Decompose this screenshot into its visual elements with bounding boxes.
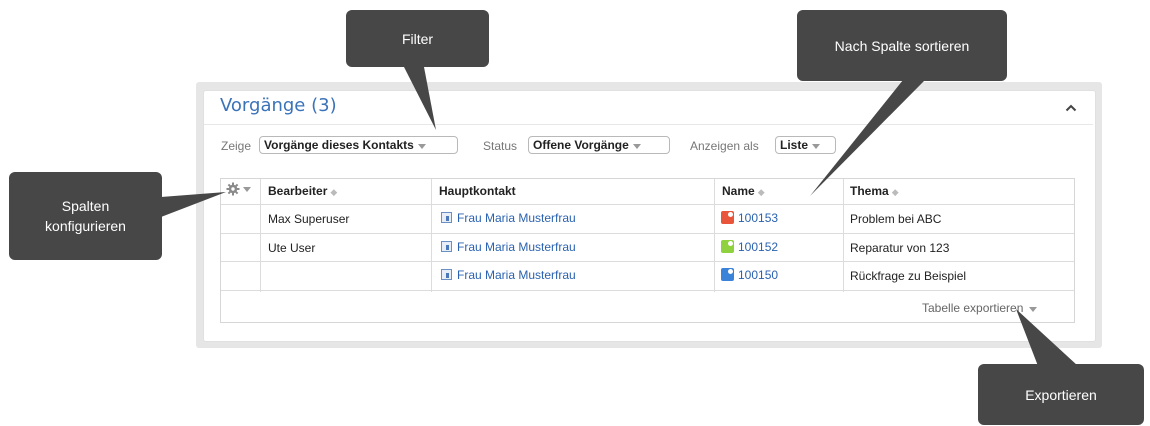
contact-link-label: Frau Maria Musterfrau xyxy=(457,211,576,225)
case-link-label: 100153 xyxy=(738,211,779,225)
column-header-label: Name xyxy=(722,184,755,198)
status-label: Status xyxy=(483,139,518,153)
chevron-down-icon xyxy=(812,143,821,149)
sort-icon: ◆ xyxy=(891,187,899,197)
table-row-thema: Reparatur von 123 xyxy=(850,241,950,255)
chevron-down-icon xyxy=(243,186,251,192)
callout-export: Exportieren xyxy=(978,364,1144,425)
title-divider xyxy=(204,124,1093,125)
contact-link[interactable]: Frau Maria Musterfrau xyxy=(441,211,576,225)
row-divider xyxy=(221,290,1074,291)
column-header-hauptkontakt[interactable]: Hauptkontakt xyxy=(439,184,516,198)
chevron-down-icon xyxy=(632,143,641,149)
table-row-bearbeiter: Max Superuser xyxy=(268,212,350,226)
chevron-down-icon xyxy=(417,143,426,149)
case-link[interactable]: 100150 xyxy=(721,268,778,282)
show-label: Zeige xyxy=(221,139,252,153)
case-status-icon xyxy=(721,211,734,224)
column-header-name[interactable]: Name ◆ xyxy=(722,184,765,198)
case-link[interactable]: 100152 xyxy=(721,240,778,254)
column-divider xyxy=(260,179,261,292)
table-row-thema: Rückfrage zu Beispiel xyxy=(850,269,967,283)
case-status-icon xyxy=(721,240,734,253)
sort-icon: ◆ xyxy=(757,187,765,197)
contact-icon xyxy=(441,212,452,223)
status-select[interactable]: Offene Vorgänge xyxy=(528,136,670,154)
contact-link-label: Frau Maria Musterfrau xyxy=(457,268,576,282)
sort-icon: ◆ xyxy=(330,187,338,197)
case-link-label: 100152 xyxy=(738,240,779,254)
view-select[interactable]: Liste xyxy=(775,136,836,154)
column-config-button[interactable] xyxy=(226,182,251,196)
callout-sort: Nach Spalte sortieren xyxy=(797,10,1007,81)
contact-link[interactable]: Frau Maria Musterfrau xyxy=(441,268,576,282)
contact-icon xyxy=(441,269,452,280)
table-row-thema: Problem bei ABC xyxy=(850,212,942,226)
export-table-button[interactable]: Tabelle exportieren xyxy=(922,301,1038,315)
view-select-value: Liste xyxy=(780,138,809,152)
column-divider xyxy=(843,179,844,292)
collapse-button[interactable] xyxy=(1062,99,1080,117)
column-header-label: Bearbeiter xyxy=(268,184,328,198)
view-label: Anzeigen als xyxy=(690,139,759,153)
column-divider xyxy=(714,179,715,292)
case-link-label: 100150 xyxy=(738,268,779,282)
contact-icon xyxy=(441,241,452,252)
chevron-up-icon xyxy=(1065,104,1077,112)
contact-link-label: Frau Maria Musterfrau xyxy=(457,240,576,254)
case-link[interactable]: 100153 xyxy=(721,211,778,225)
export-label: Tabelle exportieren xyxy=(922,301,1024,315)
status-select-value: Offene Vorgänge xyxy=(533,138,629,152)
panel-title: Vorgänge (3) xyxy=(220,95,337,116)
row-divider xyxy=(221,204,1074,205)
column-header-label: Hauptkontakt xyxy=(439,184,516,198)
row-divider xyxy=(221,233,1074,234)
gear-icon xyxy=(226,182,240,196)
contact-link[interactable]: Frau Maria Musterfrau xyxy=(441,240,576,254)
column-header-bearbeiter[interactable]: Bearbeiter ◆ xyxy=(268,184,337,198)
column-header-thema[interactable]: Thema ◆ xyxy=(850,184,899,198)
column-header-label: Thema xyxy=(850,184,889,198)
show-select-value: Vorgänge dieses Kontakts xyxy=(264,138,414,152)
table-row-bearbeiter: Ute User xyxy=(268,241,316,255)
callout-columns: Spalten konfigurieren xyxy=(9,172,162,260)
callout-filter: Filter xyxy=(346,10,489,67)
case-status-icon xyxy=(721,268,734,281)
show-select[interactable]: Vorgänge dieses Kontakts xyxy=(259,136,458,154)
column-divider xyxy=(431,179,432,292)
chevron-down-icon xyxy=(1029,306,1038,312)
row-divider xyxy=(221,261,1074,262)
